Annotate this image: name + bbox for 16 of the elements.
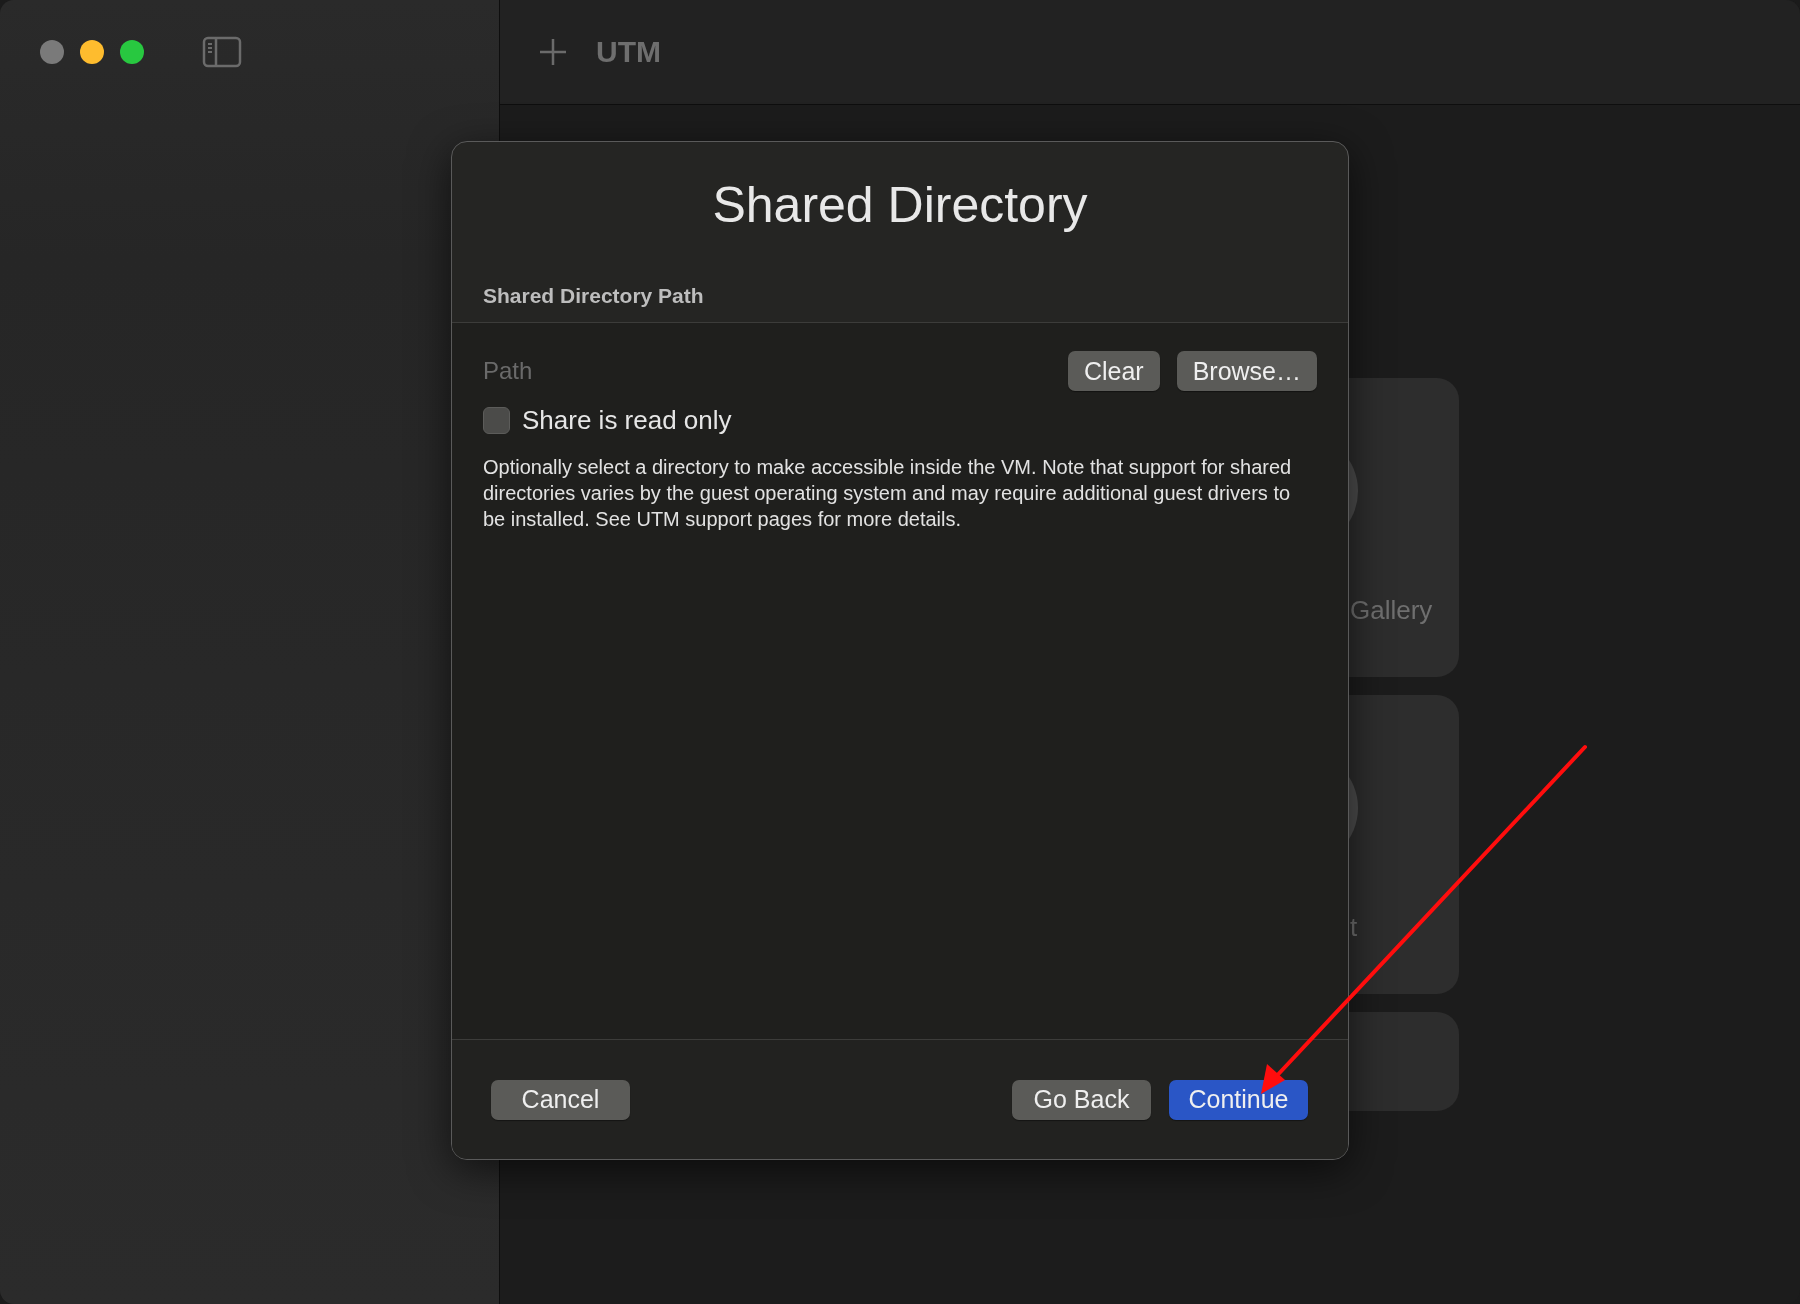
dialog-title: Shared Directory — [712, 176, 1088, 234]
card-label: Gallery — [1350, 595, 1433, 626]
footer-button[interactable]: Go Back — [1012, 1079, 1151, 1120]
path-button[interactable]: Browse… — [1176, 351, 1317, 391]
window-control[interactable] — [120, 40, 144, 64]
path-field[interactable]: Path — [483, 357, 1051, 385]
checkbox-label: Share is read only — [522, 405, 732, 436]
section-header: Shared Directory Path — [483, 284, 704, 308]
footer-button[interactable]: Cancel — [491, 1079, 630, 1120]
path-button[interactable]: Clear — [1067, 351, 1160, 391]
toolbar-title: UTM — [596, 35, 661, 69]
add-icon[interactable] — [538, 37, 568, 67]
read-only-checkbox[interactable] — [483, 407, 510, 434]
sidebar-toggle-icon[interactable] — [202, 36, 242, 68]
window-control[interactable] — [80, 40, 104, 64]
primary-button[interactable]: Continue — [1169, 1079, 1308, 1120]
